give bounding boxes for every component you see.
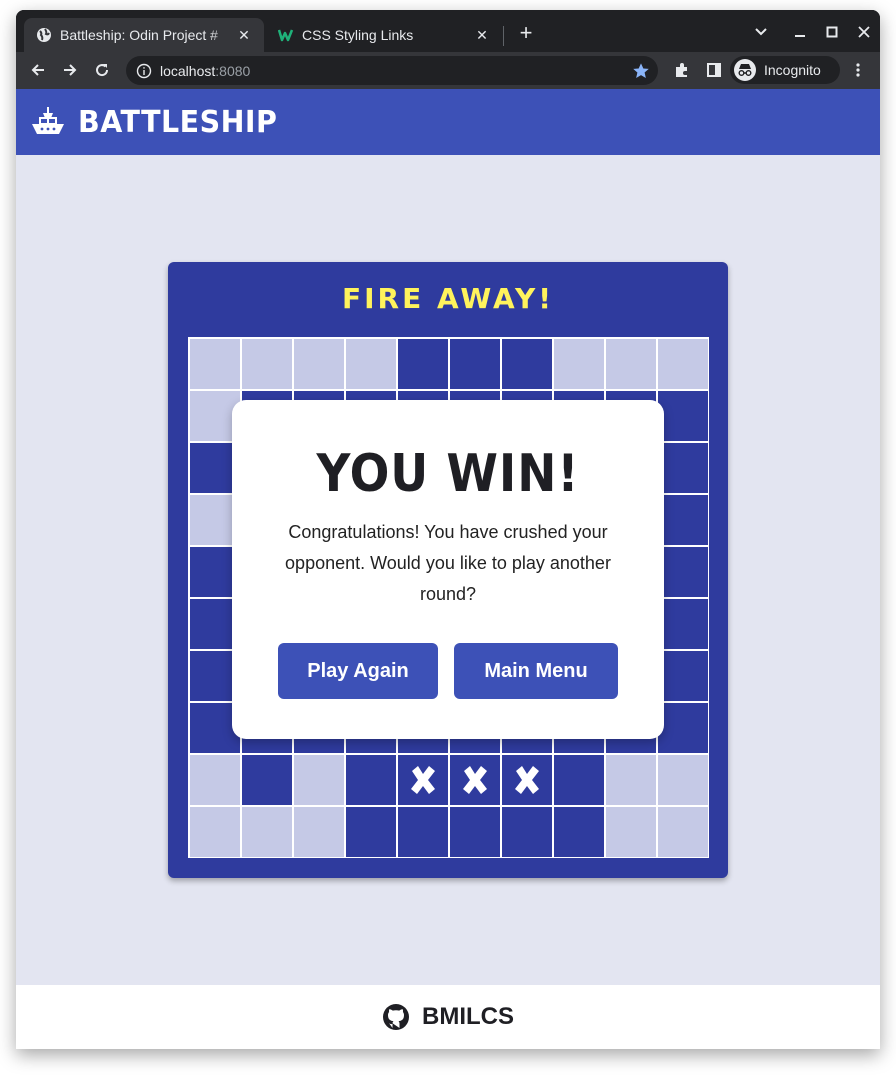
app-title: BATTLESHIP bbox=[78, 104, 278, 140]
board-cell[interactable] bbox=[397, 806, 449, 858]
board-title: FIRE AWAY! bbox=[341, 282, 555, 315]
back-arrow-icon[interactable] bbox=[24, 56, 52, 84]
board-cell-miss[interactable] bbox=[657, 338, 709, 390]
board-cell[interactable] bbox=[553, 806, 605, 858]
play-again-button[interactable]: Play Again bbox=[278, 643, 438, 699]
url-port: :8080 bbox=[215, 62, 251, 79]
board-cell[interactable] bbox=[657, 546, 709, 598]
side-panel-icon[interactable] bbox=[700, 56, 728, 84]
github-icon[interactable] bbox=[382, 1003, 410, 1031]
menu-kebab-icon[interactable] bbox=[844, 56, 872, 84]
board-cell-miss[interactable] bbox=[605, 338, 657, 390]
board-cell[interactable] bbox=[397, 338, 449, 390]
hit-x-icon bbox=[411, 766, 435, 794]
extensions-puzzle-icon[interactable] bbox=[668, 56, 696, 84]
tab-css-styling-links[interactable]: CSS Styling Links ✕ bbox=[266, 18, 502, 52]
board-cell-miss[interactable] bbox=[189, 754, 241, 806]
board-cell-miss[interactable] bbox=[657, 754, 709, 806]
hit-x-icon bbox=[515, 766, 539, 794]
app-header: BATTLESHIP bbox=[16, 89, 880, 155]
board-cell-hit[interactable] bbox=[449, 754, 501, 806]
board-cell[interactable] bbox=[553, 754, 605, 806]
board-cell-miss[interactable] bbox=[605, 806, 657, 858]
board-cell[interactable] bbox=[449, 338, 501, 390]
incognito-label: Incognito bbox=[764, 62, 821, 78]
board-cell[interactable] bbox=[657, 650, 709, 702]
main-menu-button[interactable]: Main Menu bbox=[454, 643, 618, 699]
info-icon bbox=[136, 63, 152, 78]
address-bar[interactable]: localhost:8080 bbox=[126, 56, 658, 85]
browser-window: Battleship: Odin Project # ✕ CSS Styling… bbox=[16, 10, 880, 1049]
close-icon[interactable]: ✕ bbox=[236, 27, 252, 43]
incognito-profile[interactable]: Incognito bbox=[730, 56, 840, 84]
board-cell-miss[interactable] bbox=[189, 806, 241, 858]
ship-icon bbox=[32, 107, 64, 134]
board-cell[interactable] bbox=[657, 442, 709, 494]
page-footer: BMILCS bbox=[16, 985, 880, 1049]
tab-strip: Battleship: Odin Project # ✕ CSS Styling… bbox=[16, 10, 880, 52]
plus-icon[interactable]: + bbox=[514, 22, 538, 46]
reload-icon[interactable] bbox=[88, 56, 116, 84]
board-cell-miss[interactable] bbox=[293, 754, 345, 806]
tab-battleship[interactable]: Battleship: Odin Project # ✕ bbox=[24, 18, 264, 52]
w-logo-icon bbox=[278, 29, 294, 42]
board-cell[interactable] bbox=[345, 754, 397, 806]
tab-separator bbox=[503, 26, 504, 46]
board-cell-miss[interactable] bbox=[293, 338, 345, 390]
maximize-icon[interactable] bbox=[817, 18, 847, 46]
board-cell-hit[interactable] bbox=[397, 754, 449, 806]
board-cell[interactable] bbox=[501, 806, 553, 858]
tab-title: CSS Styling Links bbox=[302, 27, 414, 43]
board-cell-miss[interactable] bbox=[189, 338, 241, 390]
star-icon[interactable] bbox=[632, 62, 650, 80]
forward-arrow-icon[interactable] bbox=[56, 56, 84, 84]
board-cell[interactable] bbox=[657, 702, 709, 754]
close-icon[interactable]: ✕ bbox=[474, 27, 490, 43]
hit-x-icon bbox=[463, 766, 487, 794]
board-cell[interactable] bbox=[657, 390, 709, 442]
window-close-icon[interactable] bbox=[849, 18, 879, 46]
dialog-title: YOU WIN! bbox=[316, 444, 580, 504]
board-cell[interactable] bbox=[657, 494, 709, 546]
board-cell-miss[interactable] bbox=[605, 754, 657, 806]
board-cell[interactable] bbox=[501, 338, 553, 390]
incognito-icon bbox=[734, 59, 756, 81]
board-cell[interactable] bbox=[345, 806, 397, 858]
minimize-icon[interactable] bbox=[785, 18, 815, 46]
board-cell-miss[interactable] bbox=[553, 338, 605, 390]
github-handle[interactable]: BMILCS bbox=[422, 1003, 514, 1031]
board-cell-miss[interactable] bbox=[345, 338, 397, 390]
win-dialog: YOU WIN! Congratulations! You have crush… bbox=[232, 400, 664, 739]
board-cell[interactable] bbox=[241, 754, 293, 806]
page-viewport: BATTLESHIP FIRE AWAY! YOU WIN! Congratul… bbox=[16, 89, 880, 1049]
globe-icon bbox=[37, 28, 51, 42]
board-cell-miss[interactable] bbox=[657, 806, 709, 858]
chevron-down-icon[interactable] bbox=[746, 18, 776, 46]
board-cell[interactable] bbox=[657, 598, 709, 650]
board-cell-miss[interactable] bbox=[241, 806, 293, 858]
tab-title: Battleship: Odin Project # bbox=[60, 27, 218, 43]
board-cell[interactable] bbox=[449, 806, 501, 858]
board-cell-miss[interactable] bbox=[241, 338, 293, 390]
board-cell-miss[interactable] bbox=[293, 806, 345, 858]
url-host: localhost bbox=[160, 62, 216, 79]
board-cell-hit[interactable] bbox=[501, 754, 553, 806]
dialog-message: Congratulations! You have crushed your o… bbox=[285, 522, 611, 604]
browser-toolbar: localhost:8080 Incognito bbox=[16, 52, 880, 89]
